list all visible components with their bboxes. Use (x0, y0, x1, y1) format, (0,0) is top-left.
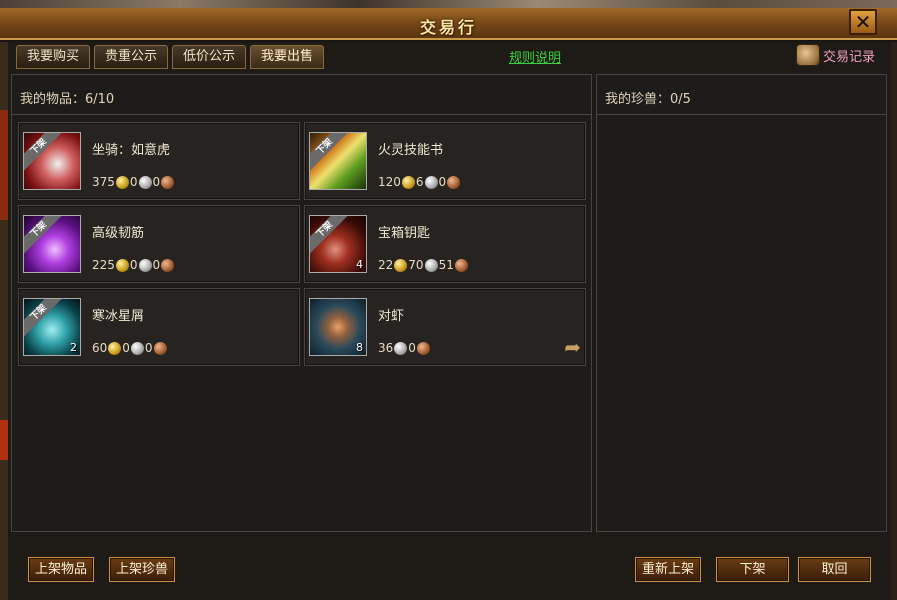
item-price: 36 0 (378, 341, 431, 355)
my-pets-panel: 我的珍兽：0/5 (596, 74, 887, 532)
left-edge-decoration-lower (0, 420, 8, 460)
retrieve-button[interactable]: 取回 (798, 557, 871, 582)
silver-coin-icon (138, 258, 152, 272)
tab-buy[interactable]: 我要购买 (16, 45, 91, 69)
item-slot[interactable]: 下架 坐骑：如意虎 375 0 0 (18, 122, 300, 200)
left-edge-decoration (0, 110, 8, 220)
item-slot[interactable]: 下架 火灵技能书 120 6 0 (304, 122, 586, 200)
copper-coin-icon (447, 175, 461, 189)
fire-skill-book-icon[interactable]: 下架 (309, 132, 367, 190)
tab-valuable-notice[interactable]: 贵重公示 (94, 45, 169, 69)
close-icon: ✕ (854, 10, 872, 34)
shrimp-icon[interactable]: 8 (309, 298, 367, 356)
item-price: 120 6 0 (378, 175, 461, 189)
gold-coin-icon (401, 175, 415, 189)
item-name: 高级韧筋 (92, 226, 145, 241)
delist-button[interactable]: 下架 (716, 557, 789, 582)
silver-coin-icon (424, 258, 438, 272)
silver-coin-icon (130, 341, 144, 355)
silver-coin-icon (394, 341, 408, 355)
tab-bar: 我要购买 贵重公示 低价公示 我要出售 (16, 45, 325, 69)
item-name: 宝箱钥匙 (378, 226, 431, 241)
my-items-header: 我的物品：6/10 (12, 75, 591, 115)
copper-coin-icon (153, 341, 167, 355)
item-slot[interactable]: 下架 4 宝箱钥匙 22 70 51 (304, 205, 586, 283)
title-bar: 交易行 (0, 8, 897, 40)
item-quantity: 4 (356, 258, 363, 271)
trade-record-button[interactable]: 交易记录 (796, 44, 875, 66)
tiger-mount-icon[interactable]: 下架 (23, 132, 81, 190)
item-name: 火灵技能书 (378, 143, 444, 158)
item-quantity: 8 (356, 341, 363, 354)
item-price: 60 0 0 (92, 341, 168, 355)
copper-coin-icon (161, 258, 175, 272)
tab-lowprice-notice[interactable]: 低价公示 (172, 45, 247, 69)
item-price: 225 0 0 (92, 258, 175, 272)
window-title: 交易行 (419, 18, 477, 37)
gold-coin-icon (115, 258, 129, 272)
tendon-icon[interactable]: 下架 (23, 215, 81, 273)
trade-record-label: 交易记录 (823, 49, 876, 65)
my-pets-header: 我的珍兽：0/5 (597, 75, 886, 115)
chest-key-icon[interactable]: 下架 4 (309, 215, 367, 273)
my-items-panel: 我的物品：6/10 下架 坐骑：如意虎 375 0 0 下架 火灵技能书 120… (11, 74, 592, 532)
item-quantity: 2 (70, 341, 77, 354)
copper-coin-icon (416, 341, 430, 355)
item-name: 对虾 (378, 309, 405, 324)
gold-coin-icon (394, 258, 408, 272)
item-slot[interactable]: 下架 2 寒冰星屑 60 0 0 (18, 288, 300, 366)
copper-coin-icon (161, 175, 175, 189)
item-name: 寒冰星屑 (92, 309, 145, 324)
silver-coin-icon (138, 175, 152, 189)
list-item-button[interactable]: 上架物品 (28, 557, 95, 582)
item-price: 22 70 51 (378, 258, 469, 272)
copper-coin-icon (454, 258, 468, 272)
share-arrow-icon[interactable]: ➦ (564, 335, 581, 359)
item-grid: 下架 坐骑：如意虎 375 0 0 下架 火灵技能书 120 6 0 下架 高级… (18, 122, 586, 366)
gold-coin-icon (115, 175, 129, 189)
item-price: 375 0 0 (92, 175, 175, 189)
item-name: 坐骑：如意虎 (92, 143, 171, 158)
list-pet-button[interactable]: 上架珍兽 (109, 557, 176, 582)
item-slot[interactable]: 8 对虾 36 0 ➦ (304, 288, 586, 366)
ice-stardust-icon[interactable]: 下架 2 (23, 298, 81, 356)
tab-sell[interactable]: 我要出售 (250, 45, 325, 69)
close-button[interactable]: ✕ (849, 9, 877, 35)
scroll-icon (796, 44, 820, 66)
relist-button[interactable]: 重新上架 (635, 557, 702, 582)
silver-coin-icon (424, 175, 438, 189)
gold-coin-icon (108, 341, 122, 355)
top-scenery-strip (0, 0, 897, 8)
item-slot[interactable]: 下架 高级韧筋 225 0 0 (18, 205, 300, 283)
rules-link[interactable]: 规则说明 (509, 47, 561, 66)
